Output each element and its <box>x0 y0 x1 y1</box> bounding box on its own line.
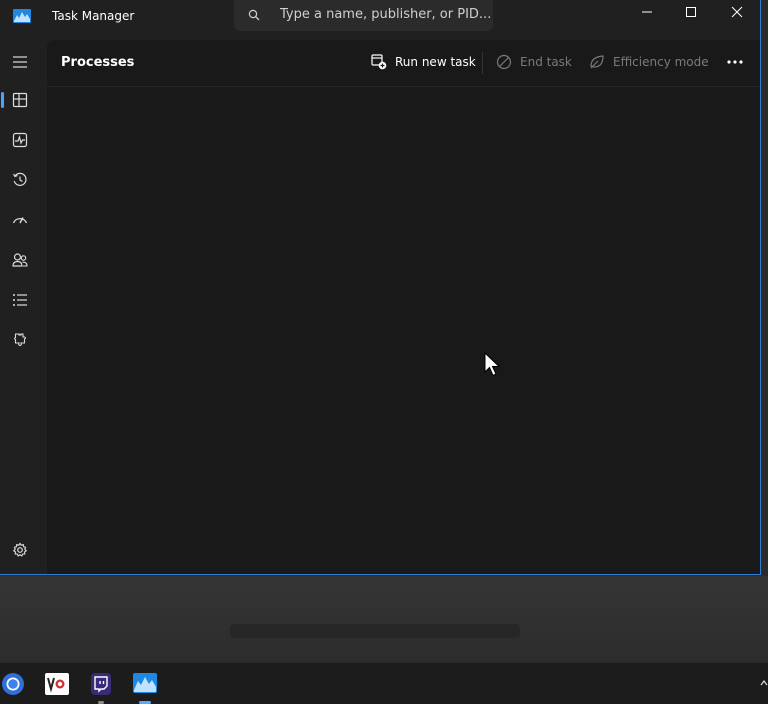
taskbar <box>0 662 768 704</box>
end-task-icon <box>496 54 512 70</box>
nav-details[interactable] <box>0 282 40 318</box>
chevron-up-icon[interactable] <box>760 679 768 687</box>
search-placeholder[interactable]: Type a name, publisher, or PID... <box>280 7 491 22</box>
run-new-task-label: Run new task <box>395 55 476 69</box>
maximize-icon <box>686 7 696 17</box>
processes-page: Processes Run new task End task Efficien… <box>47 40 760 574</box>
nav-performance[interactable] <box>0 122 40 158</box>
desktop-background <box>0 576 768 662</box>
nav-services[interactable] <box>0 322 40 358</box>
close-button[interactable] <box>714 0 760 24</box>
background-window-shadow <box>230 624 520 638</box>
details-icon <box>13 294 27 306</box>
services-icon <box>13 333 27 347</box>
more-options-icon[interactable] <box>725 57 745 67</box>
nav-settings[interactable] <box>0 532 40 568</box>
task-manager-window: Task Manager Type a name, publisher, or … <box>0 0 761 575</box>
chrome-icon[interactable] <box>1 672 25 696</box>
nav-app-history[interactable] <box>0 162 40 198</box>
task-manager-app-icon <box>13 9 31 23</box>
leaf-icon <box>590 55 604 69</box>
header-separator <box>47 86 760 87</box>
nav-startup-apps[interactable] <box>0 202 40 238</box>
toolbar-divider <box>482 52 483 74</box>
navigation-rail <box>0 40 40 574</box>
app-history-icon <box>12 172 27 186</box>
mouse-cursor-icon <box>484 352 501 377</box>
search-icon <box>248 9 260 21</box>
window-title: Task Manager <box>52 9 135 23</box>
run-new-task-icon <box>371 54 387 70</box>
twitch-logo-icon <box>94 676 108 693</box>
hamburger-menu-button[interactable] <box>0 44 40 80</box>
twitch-icon[interactable] <box>91 673 111 695</box>
maximize-button[interactable] <box>668 0 714 24</box>
end-task-label: End task <box>520 55 572 69</box>
search-box[interactable]: Type a name, publisher, or PID... <box>234 0 493 31</box>
efficiency-mode-label: Efficiency mode <box>613 55 709 69</box>
performance-icon <box>12 132 28 148</box>
video-app-logo-icon <box>47 677 65 693</box>
nav-users[interactable] <box>0 242 40 278</box>
users-icon <box>12 253 28 267</box>
task-manager-taskbar-icon[interactable] <box>133 673 157 693</box>
page-title: Processes <box>61 55 135 70</box>
title-bar[interactable]: Task Manager Type a name, publisher, or … <box>0 0 760 40</box>
video-app-icon[interactable] <box>45 673 69 695</box>
processes-icon <box>12 92 28 108</box>
close-icon <box>731 6 743 18</box>
gear-icon <box>12 542 28 557</box>
nav-processes[interactable] <box>0 82 40 118</box>
hamburger-menu-icon <box>13 56 27 68</box>
startup-apps-icon <box>12 217 28 224</box>
minimize-button[interactable] <box>624 0 670 24</box>
minimize-icon <box>642 11 652 13</box>
